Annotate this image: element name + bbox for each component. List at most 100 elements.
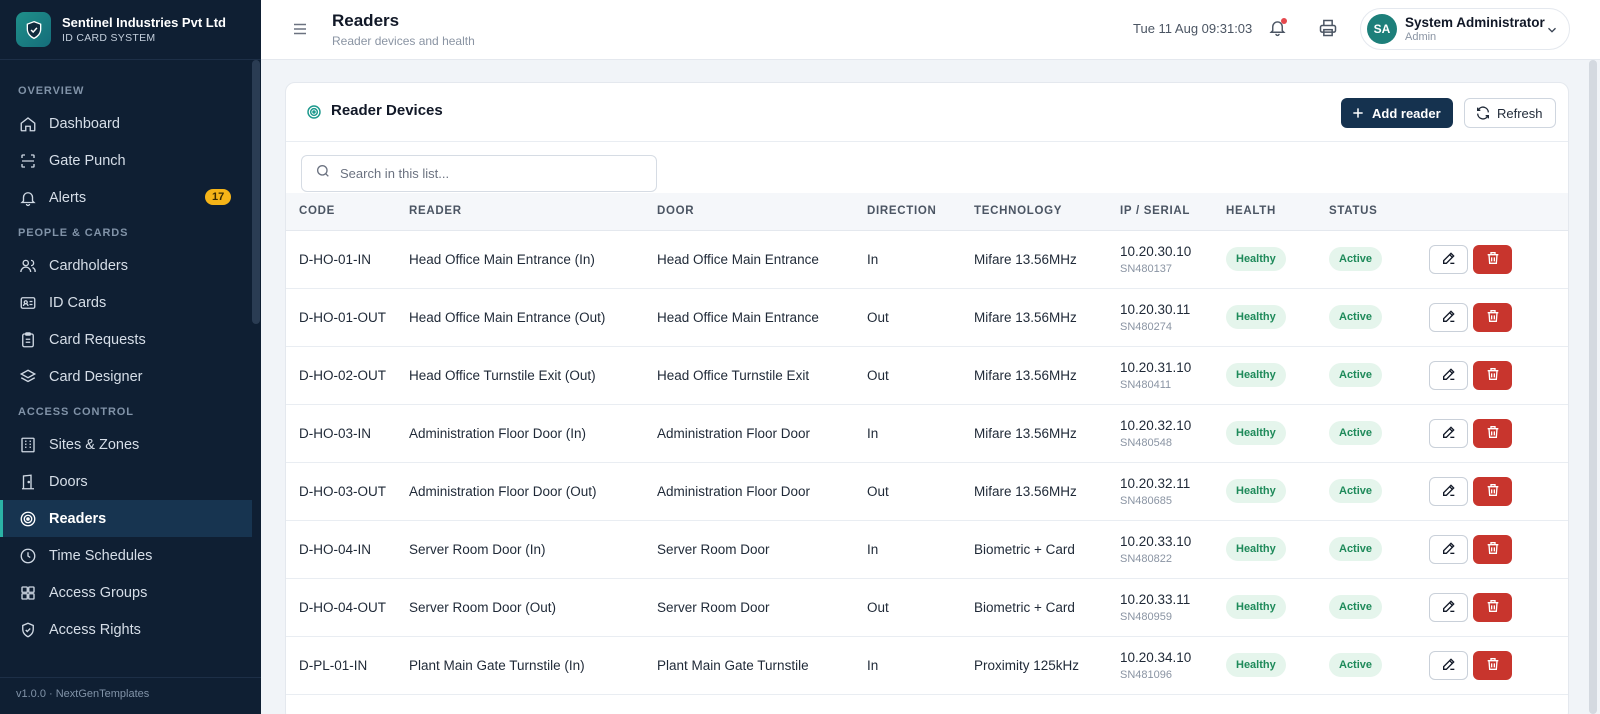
add-reader-button[interactable]: Add reader: [1341, 98, 1453, 128]
column-header-door[interactable]: DOOR: [657, 193, 867, 231]
brand-name: Sentinel Industries Pvt Ltd: [62, 15, 226, 30]
column-header-actions: [1429, 193, 1568, 231]
cell-actions: [1429, 346, 1568, 405]
printer-icon[interactable]: [1318, 18, 1338, 43]
sidebar-item-cardholders[interactable]: Cardholders: [0, 247, 261, 284]
sidebar-item-label: Card Designer: [49, 368, 143, 385]
sidebar-item-access-groups[interactable]: Access Groups: [0, 574, 261, 611]
sidebar-item-time-schedules[interactable]: Time Schedules: [0, 537, 261, 574]
edit-button[interactable]: [1429, 244, 1468, 274]
cell-reader: Head Office Main Entrance (In): [409, 230, 657, 289]
edit-button[interactable]: [1429, 534, 1468, 564]
sidebar-item-readers[interactable]: Readers: [0, 500, 252, 537]
table-row[interactable]: D-HO-03-OUT Administration Floor Door (O…: [286, 462, 1568, 521]
grid-icon: [19, 584, 37, 602]
cell-reader: Plant Main Gate Turnstile (In): [409, 636, 657, 695]
bell-icon: [19, 189, 37, 207]
serial-number: SN480274: [1120, 320, 1172, 333]
section-label-overview: OVERVIEW: [18, 85, 85, 97]
sidebar-item-card-designer[interactable]: Card Designer: [0, 358, 261, 395]
status-badge: Active: [1329, 363, 1383, 387]
edit-button[interactable]: [1429, 476, 1468, 506]
delete-button[interactable]: [1473, 418, 1512, 448]
clipboard-icon: [19, 331, 37, 349]
home-icon: [19, 115, 37, 133]
trash-icon: [1485, 598, 1501, 617]
cell-code: D-HO-03-OUT: [286, 462, 409, 521]
sidebar-item-doors[interactable]: Doors: [0, 463, 261, 500]
door-icon: [19, 473, 37, 491]
cell-actions: [1429, 520, 1568, 579]
card-header: Reader Devices Add reader Refresh: [286, 83, 1568, 142]
sidebar-item-label: ID Cards: [49, 294, 107, 311]
sidebar-scrollbar[interactable]: [252, 60, 260, 324]
menu-icon[interactable]: [291, 20, 309, 43]
sidebar-item-sites-zones[interactable]: Sites & Zones: [0, 426, 261, 463]
cell-technology: Mifare 13.56MHz: [974, 404, 1120, 463]
shield-icon: [19, 621, 37, 639]
edit-button[interactable]: [1429, 418, 1468, 448]
cell-reader: Server Room Door (Out): [409, 578, 657, 637]
page-title: Readers: [332, 11, 400, 30]
sidebar-nav: OVERVIEW Dashboard Gate Punch Alerts 17 …: [0, 60, 261, 648]
sidebar-item-card-requests[interactable]: Card Requests: [0, 321, 261, 358]
cell-reader: Administration Floor Door (Out): [409, 462, 657, 521]
sidebar-item-alerts[interactable]: Alerts 17: [0, 179, 261, 216]
datetime-display: Tue 11 Aug 09:31:03: [1133, 21, 1253, 36]
sidebar-item-label: Cardholders: [49, 257, 128, 274]
delete-button[interactable]: [1473, 244, 1512, 274]
table-row[interactable]: D-HO-01-OUT Head Office Main Entrance (O…: [286, 288, 1568, 347]
column-header-reader[interactable]: READER: [409, 193, 657, 231]
column-header-direction[interactable]: DIRECTION: [867, 193, 974, 231]
table-row[interactable]: D-HO-04-IN Server Room Door (In) Server …: [286, 520, 1568, 579]
ip-address: 10.20.33.10: [1120, 533, 1192, 549]
column-header-technology[interactable]: TECHNOLOGY: [974, 193, 1120, 231]
ip-address: 10.20.30.10: [1120, 243, 1192, 259]
delete-button[interactable]: [1473, 476, 1512, 506]
refresh-label: Refresh: [1497, 105, 1543, 121]
column-header-code[interactable]: CODE: [286, 193, 409, 231]
cell-door: Server Room Door: [657, 520, 867, 579]
cell-technology: Mifare 13.56MHz: [974, 462, 1120, 521]
sidebar-item-access-rights[interactable]: Access Rights: [0, 611, 261, 648]
cell-direction: Out: [867, 346, 974, 405]
cell-actions: [1429, 462, 1568, 521]
sidebar-item-id-cards[interactable]: ID Cards: [0, 284, 261, 321]
column-header-status[interactable]: STATUS: [1329, 193, 1429, 231]
column-header-ip-serial[interactable]: IP / SERIAL: [1120, 193, 1226, 231]
section-label-access-control: ACCESS CONTROL: [18, 406, 134, 418]
cell-technology: Biometric + Card: [974, 520, 1120, 579]
delete-button[interactable]: [1473, 534, 1512, 564]
search-input[interactable]: [340, 166, 640, 181]
sidebar-item-gate-punch[interactable]: Gate Punch: [0, 142, 261, 179]
edit-button[interactable]: [1429, 592, 1468, 622]
cell-health: Healthy: [1226, 404, 1329, 463]
edit-button[interactable]: [1429, 302, 1468, 332]
cell-health: Healthy: [1226, 520, 1329, 579]
table-row[interactable]: D-HO-01-IN Head Office Main Entrance (In…: [286, 230, 1568, 289]
page-subtitle: Reader devices and health: [332, 34, 475, 48]
cell-code: D-PL-01-IN: [286, 636, 409, 695]
delete-button[interactable]: [1473, 360, 1512, 390]
refresh-button[interactable]: Refresh: [1464, 98, 1556, 128]
health-badge: Healthy: [1226, 421, 1286, 445]
delete-button[interactable]: [1473, 650, 1512, 680]
user-menu[interactable]: SA System Administrator Admin: [1360, 8, 1570, 50]
main-scrollbar[interactable]: [1589, 60, 1597, 714]
status-badge: Active: [1329, 653, 1383, 677]
delete-button[interactable]: [1473, 302, 1512, 332]
column-header-health[interactable]: HEALTH: [1226, 193, 1329, 231]
cell-door: Administration Floor Door: [657, 404, 867, 463]
sidebar-item-dashboard[interactable]: Dashboard: [0, 105, 261, 142]
table-row[interactable]: D-PL-01-IN Plant Main Gate Turnstile (In…: [286, 636, 1568, 695]
edit-button[interactable]: [1429, 650, 1468, 680]
sidebar-item-label: Alerts: [49, 189, 87, 206]
table-row[interactable]: D-HO-03-IN Administration Floor Door (In…: [286, 404, 1568, 463]
cell-ip-serial: 10.20.31.10 SN480411: [1120, 346, 1226, 405]
delete-button[interactable]: [1473, 592, 1512, 622]
ip-address: 10.20.31.10: [1120, 359, 1192, 375]
table-row[interactable]: D-HO-04-OUT Server Room Door (Out) Serve…: [286, 578, 1568, 637]
edit-button[interactable]: [1429, 360, 1468, 390]
cell-code: D-HO-01-IN: [286, 230, 409, 289]
table-row[interactable]: D-HO-02-OUT Head Office Turnstile Exit (…: [286, 346, 1568, 405]
